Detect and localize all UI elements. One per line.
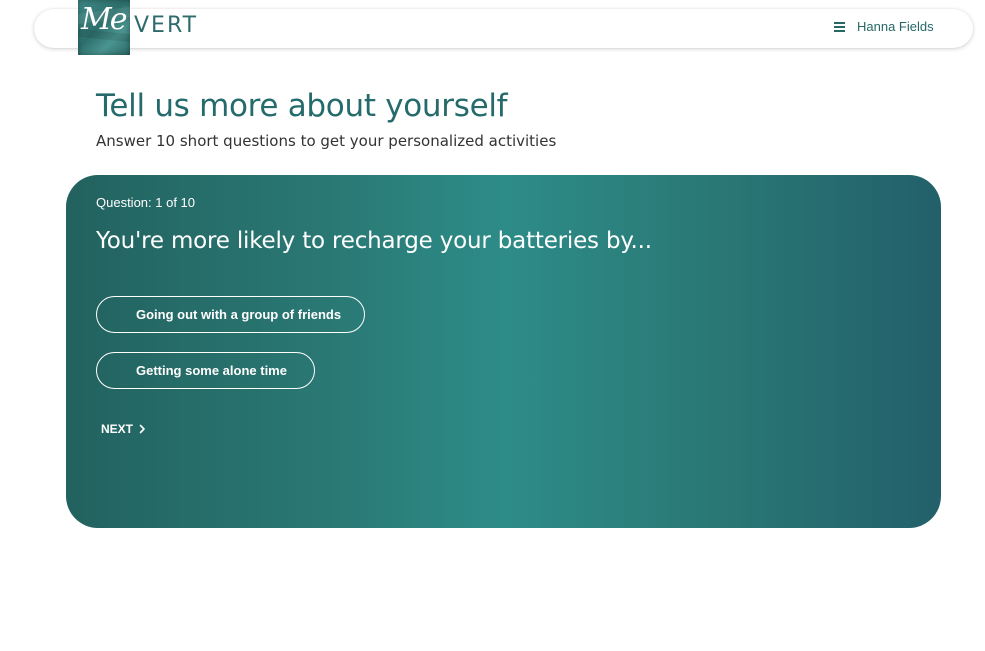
question-card: Question: 1 of 10 You're more likely to … (66, 175, 941, 528)
next-button[interactable]: NEXT (101, 420, 146, 438)
logo-wordmark[interactable]: VERT (134, 13, 198, 39)
chevron-right-icon (139, 424, 145, 434)
question-counter: Question: 1 of 10 (96, 195, 196, 210)
question-text: You're more likely to recharge your batt… (96, 228, 652, 254)
logo-script-text: Me (81, 2, 128, 37)
answer-option-group-of-friends[interactable]: Going out with a group of friends (96, 296, 365, 333)
mevert-logo-tile[interactable]: Me (78, 0, 130, 55)
answer-option-alone-time[interactable]: Getting some alone time (96, 352, 315, 389)
page-subtitle: Answer 10 short questions to get your pe… (96, 132, 557, 150)
page-title: Tell us more about yourself (96, 88, 508, 124)
user-name-link[interactable]: Hanna Fields (857, 19, 934, 35)
next-button-label: NEXT (101, 422, 134, 436)
hamburger-menu-icon[interactable] (834, 22, 845, 32)
